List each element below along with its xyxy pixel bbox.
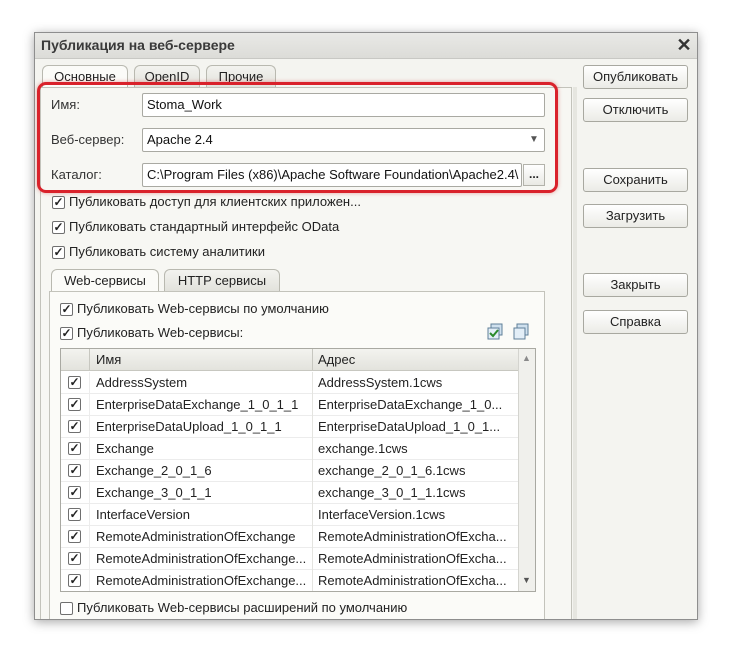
row-address: exchange_3_0_1_1.1cws	[318, 485, 466, 500]
row-name: RemoteAdministrationOfExchange...	[96, 551, 307, 566]
table-row[interactable]: ✓ RemoteAdministrationOfExchange RemoteA…	[61, 526, 518, 548]
row-name: EnterpriseDataExchange_1_0_1_1	[96, 397, 299, 412]
row-address: InterfaceVersion.1cws	[318, 507, 446, 522]
save-button[interactable]: Сохранить	[583, 168, 688, 192]
row-name: Exchange_2_0_1_6	[96, 463, 212, 478]
row-checkbox[interactable]: ✓	[68, 508, 81, 521]
header-divider	[89, 349, 90, 371]
row-name: Exchange	[96, 441, 154, 456]
subtab-http-services[interactable]: HTTP сервисы	[164, 269, 280, 291]
publish-button[interactable]: Опубликовать	[583, 65, 688, 89]
panel-splitter[interactable]	[573, 87, 577, 619]
row-name: AddressSystem	[96, 375, 188, 390]
table-row[interactable]: ✓ RemoteAdministrationOfExchange... Remo…	[61, 548, 518, 570]
default-ws-checkbox[interactable]: ✓	[60, 303, 73, 316]
row-name: InterfaceVersion	[96, 507, 190, 522]
table-row[interactable]: ✓ EnterpriseDataUpload_1_0_1_1 Enterpris…	[61, 416, 518, 438]
table-header: Имя Адрес	[61, 349, 518, 371]
row-address: EnterpriseDataUpload_1_0_1...	[318, 419, 501, 434]
table-row[interactable]: ✓ EnterpriseDataExchange_1_0_1_1 Enterpr…	[61, 394, 518, 416]
row-name: RemoteAdministrationOfExchange...	[96, 573, 307, 588]
column-header-address[interactable]: Адрес	[318, 349, 355, 371]
header-divider	[312, 349, 313, 371]
load-button[interactable]: Загрузить	[583, 204, 688, 228]
scroll-down-icon[interactable]: ▼	[522, 575, 531, 585]
table-row[interactable]: ✓ Exchange_2_0_1_6 exchange_2_0_1_6.1cws	[61, 460, 518, 482]
row-address: AddressSystem.1cws	[318, 375, 443, 390]
table-row[interactable]: ✓ Exchange_3_0_1_1 exchange_3_0_1_1.1cws	[61, 482, 518, 504]
row-checkbox[interactable]: ✓	[68, 486, 81, 499]
client-apps-label: Публиковать доступ для клиентских прилож…	[69, 194, 361, 209]
help-button[interactable]: Справка	[583, 310, 688, 334]
row-address: EnterpriseDataExchange_1_0...	[318, 397, 503, 412]
row-name: RemoteAdministrationOfExchange	[96, 529, 296, 544]
close-button[interactable]: Закрыть	[583, 273, 688, 297]
table-row[interactable]: ✓ RemoteAdministrationOfExchange... Remo…	[61, 570, 518, 591]
highlight-frame	[37, 82, 558, 193]
window-title: Публикация на веб-сервере	[41, 37, 235, 53]
row-checkbox[interactable]: ✓	[68, 574, 81, 587]
extensions-ws-label: Публиковать Web-сервисы расширений по ум…	[77, 600, 408, 615]
row-checkbox[interactable]: ✓	[68, 376, 81, 389]
publish-ws-label: Публиковать Web-сервисы:	[77, 325, 244, 340]
scroll-up-icon[interactable]: ▲	[522, 353, 531, 363]
row-address: RemoteAdministrationOfExcha...	[318, 573, 507, 588]
row-checkbox[interactable]: ✓	[68, 420, 81, 433]
row-address: RemoteAdministrationOfExcha...	[318, 529, 507, 544]
column-divider	[89, 372, 90, 591]
check-all-icon[interactable]	[486, 323, 504, 341]
row-checkbox[interactable]: ✓	[68, 464, 81, 477]
default-ws-label: Публиковать Web-сервисы по умолчанию	[77, 301, 329, 316]
disable-button[interactable]: Отключить	[583, 98, 688, 122]
odata-label: Публиковать стандартный интерфейс OData	[69, 219, 340, 234]
table-row[interactable]: ✓ InterfaceVersion InterfaceVersion.1cws	[61, 504, 518, 526]
table-row[interactable]: ✓ Exchange exchange.1cws	[61, 438, 518, 460]
subtab-web-services[interactable]: Web-сервисы	[51, 269, 159, 291]
close-icon[interactable]: ✕	[675, 35, 693, 55]
column-divider	[312, 372, 313, 591]
row-checkbox[interactable]: ✓	[68, 552, 81, 565]
row-checkbox[interactable]: ✓	[68, 398, 81, 411]
column-header-name[interactable]: Имя	[96, 349, 121, 371]
web-services-table: Имя Адрес ✓ AddressSystem AddressSystem.…	[60, 348, 536, 592]
table-scrollbar[interactable]: ▲ ▼	[518, 349, 535, 591]
title-bar: Публикация на веб-сервере ✕	[35, 33, 697, 59]
uncheck-all-icon[interactable]	[512, 323, 530, 341]
row-checkbox[interactable]: ✓	[68, 442, 81, 455]
odata-checkbox[interactable]: ✓	[52, 221, 65, 234]
row-address: RemoteAdministrationOfExcha...	[318, 551, 507, 566]
row-name: Exchange_3_0_1_1	[96, 485, 212, 500]
row-name: EnterpriseDataUpload_1_0_1_1	[96, 419, 282, 434]
analytics-checkbox[interactable]: ✓	[52, 246, 65, 259]
publish-ws-checkbox[interactable]: ✓	[60, 327, 73, 340]
row-address: exchange_2_0_1_6.1cws	[318, 463, 466, 478]
row-checkbox[interactable]: ✓	[68, 530, 81, 543]
row-address: exchange.1cws	[318, 441, 408, 456]
extensions-ws-checkbox[interactable]	[60, 602, 73, 615]
analytics-label: Публиковать систему аналитики	[69, 244, 265, 259]
client-apps-checkbox[interactable]: ✓	[52, 196, 65, 209]
table-row[interactable]: ✓ AddressSystem AddressSystem.1cws	[61, 372, 518, 394]
